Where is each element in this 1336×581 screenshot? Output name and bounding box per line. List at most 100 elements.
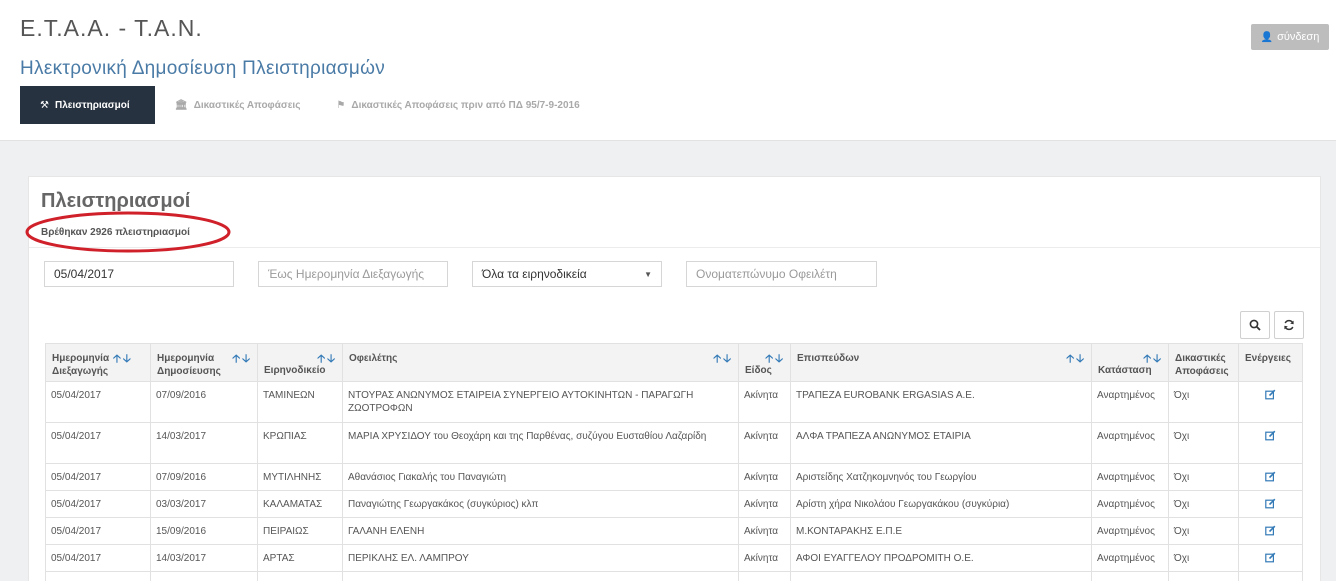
debtor-cell: ΝΤΟΥΡΑΣ ΑΝΩΝΥΜΟΣ ΕΤΑΙΡΕΙΑ ΣΥΝΕΡΓΕΙΟ ΑΥΤΟ… — [342, 381, 739, 423]
caret-down-icon: ▼ — [644, 269, 652, 279]
to-date-input[interactable] — [258, 261, 448, 287]
bank-icon: 🏛 — [175, 99, 188, 111]
publication-date-cell: 14/03/2017 — [150, 544, 258, 572]
site-header: Ε.Τ.Α.Α. - Τ.Α.Ν. Ηλεκτρονική Δημοσίευση… — [0, 0, 1336, 141]
actions-cell — [1238, 544, 1303, 572]
actions-cell — [1238, 463, 1303, 491]
debtor-name-input[interactable] — [686, 261, 877, 287]
sort-arrows-icon[interactable]: 🡡🡣 — [1143, 350, 1163, 369]
col-court[interactable]: Ειρηνοδικείο 🡡🡣 — [257, 343, 343, 382]
court-cell: ΠΕΙΡΑΙΩΣ — [257, 517, 343, 545]
sort-arrows-icon[interactable]: 🡡🡣 — [317, 350, 337, 369]
court-cell: ΑΡΤΑΣ — [257, 544, 343, 572]
table-header-row: Ημερομηνία Διεξαγωγής 🡡🡣 Ημερομηνία Δημοσί… — [45, 343, 1303, 382]
debtor-cell: Παναγιώτης Γεωργακάκος (συγκύριος) κλπ — [342, 490, 739, 518]
auction-date-cell — [45, 571, 151, 581]
auction-date-cell: 05/04/2017 — [45, 544, 151, 572]
creditor-cell: ΑΦΟΙ ΕΥΑΓΓΕΛΟΥ ΠΡΟΔΡΟΜΙΤΗ Ο.Ε. — [790, 544, 1092, 572]
col-creditor[interactable]: Επισπεύδων 🡡🡣 — [790, 343, 1092, 382]
court-select[interactable]: Όλα τα ειρηνοδικεία ▼ — [472, 261, 662, 287]
table-row[interactable] — [45, 571, 1303, 581]
auctions-panel: Πλειστηριασμοί Βρέθηκαν 2926 πλειστηριασ… — [28, 176, 1321, 581]
court-cell: ΜΥΤΙΛΗΝΗΣ — [257, 463, 343, 491]
col-label: Ενέργειες — [1245, 353, 1291, 364]
auction-date-cell: 05/04/2017 — [45, 422, 151, 464]
sort-arrows-icon[interactable]: 🡡🡣 — [232, 350, 252, 369]
edit-icon[interactable] — [1265, 525, 1276, 539]
search-icon — [1249, 319, 1261, 331]
status-cell: Αναρτημένος — [1091, 544, 1169, 572]
auction-date-cell: 05/04/2017 — [45, 381, 151, 423]
edit-icon[interactable] — [1265, 552, 1276, 566]
decisions-cell: Όχι — [1168, 517, 1239, 545]
edit-icon[interactable] — [1265, 389, 1276, 403]
to-date-field[interactable] — [268, 267, 438, 281]
status-cell: Αναρτημένος — [1091, 490, 1169, 518]
col-status[interactable]: Κατάσταση 🡡🡣 — [1091, 343, 1169, 382]
court-cell: ΚΑΛΑΜΑΤΑΣ — [257, 490, 343, 518]
table-row[interactable]: 05/04/2017 07/09/2016 ΜΥΤΙΛΗΝΗΣ Αθανάσιος Γ… — [45, 463, 1303, 491]
from-date-field[interactable] — [54, 267, 224, 281]
panel-title: Πλειστηριασμοί — [41, 190, 191, 212]
nav-label: Δικαστικές Αποφάσεις πριν από ΠΔ 95/7-9-… — [351, 99, 580, 111]
creditor-cell: Αρίστη χήρα Νικολάου Γεωργακάκου (συγκύρ… — [790, 490, 1092, 518]
nav-item-court-decisions[interactable]: 🏛 Δικαστικές Αποφάσεις — [155, 86, 316, 124]
creditor-cell: Μ.ΚΟΝΤΑΡΑΚΗΣ Ε.Π.Ε — [790, 517, 1092, 545]
auctions-table: Ημερομηνία Διεξαγωγής 🡡🡣 Ημερομηνία Δημοσί… — [45, 343, 1303, 581]
col-type[interactable]: Είδος 🡡🡣 — [738, 343, 791, 382]
decisions-cell: Όχι — [1168, 422, 1239, 464]
publication-date-cell: 03/03/2017 — [150, 490, 258, 518]
actions-cell — [1238, 517, 1303, 545]
col-label: Διεξαγωγής — [52, 366, 109, 377]
sort-arrows-icon[interactable]: 🡡🡣 — [765, 350, 785, 369]
col-publication-date[interactable]: Ημερομηνία Δημοσίευσης 🡡🡣 — [150, 343, 258, 382]
debtor-cell: ΜΑΡΙΑ ΧΡΥΣΙΔΟΥ του Θεοχάρη και της Παρθέ… — [342, 422, 739, 464]
actions-cell — [1238, 381, 1303, 423]
table-row[interactable]: 05/04/2017 07/09/2016 ΤΑΜΙΝΕΩΝ ΝΤΟΥΡΑΣ ΑΝΩΝ… — [45, 381, 1303, 423]
col-court-decisions: Δικαστικές Αποφάσεις — [1168, 343, 1239, 382]
site-brand[interactable]: Ε.Τ.Α.Α. - Τ.Α.Ν. — [20, 15, 203, 42]
publication-date-cell: 14/03/2017 — [150, 422, 258, 464]
nav-item-court-decisions-before[interactable]: ⚑ Δικαστικές Αποφάσεις πριν από ΠΔ 95/7-… — [316, 86, 595, 124]
publication-date-cell: 07/09/2016 — [150, 463, 258, 491]
login-button[interactable]: 👤 σύνδεση — [1251, 24, 1329, 50]
status-cell: Αναρτημένος — [1091, 463, 1169, 491]
creditor-cell — [790, 571, 1092, 581]
table-row[interactable]: 05/04/2017 14/03/2017 ΚΡΩΠΙΑΣ ΜΑΡΙΑ ΧΡΥΣΙΔΟ… — [45, 422, 1303, 464]
table-body: 05/04/2017 07/09/2016 ΤΑΜΙΝΕΩΝ ΝΤΟΥΡΑΣ ΑΝΩΝ… — [45, 381, 1303, 581]
col-label: Ημερομηνία — [157, 353, 215, 364]
publication-date-cell — [150, 571, 258, 581]
status-cell — [1091, 571, 1169, 581]
edit-icon[interactable] — [1265, 498, 1276, 512]
nav-label: Πλειστηριασμοί — [54, 99, 130, 111]
from-date-input[interactable] — [44, 261, 234, 287]
col-label: Αποφάσεις — [1175, 366, 1229, 377]
type-cell: Ακίνητα — [738, 490, 791, 518]
edit-icon[interactable] — [1265, 471, 1276, 485]
site-subtitle: Ηλεκτρονική Δημοσίευση Πλειστηριασμών — [20, 58, 386, 79]
refresh-icon — [1284, 319, 1294, 331]
results-count: Βρέθηκαν 2926 πλειστηριασμοί — [41, 227, 190, 238]
edit-icon[interactable] — [1265, 430, 1276, 444]
login-label: σύνδεση — [1277, 31, 1320, 43]
publication-date-cell: 15/09/2016 — [150, 517, 258, 545]
col-auction-date[interactable]: Ημερομηνία Διεξαγωγής 🡡🡣 — [45, 343, 151, 382]
auction-date-cell: 05/04/2017 — [45, 490, 151, 518]
sort-arrows-icon[interactable]: 🡡🡣 — [1066, 350, 1086, 369]
refresh-button[interactable] — [1274, 311, 1304, 339]
auction-date-cell: 05/04/2017 — [45, 463, 151, 491]
table-row[interactable]: 05/04/2017 15/09/2016 ΠΕΙΡΑΙΩΣ ΓΑΛΑΝΗ ΕΛΕΝΗ… — [45, 517, 1303, 545]
table-row[interactable]: 05/04/2017 03/03/2017 ΚΑΛΑΜΑΤΑΣ Παναγιώτης … — [45, 490, 1303, 518]
col-debtor[interactable]: Οφειλέτης 🡡🡣 — [342, 343, 739, 382]
col-label: Επισπεύδων — [797, 353, 860, 364]
sort-arrows-icon[interactable]: 🡡🡣 — [113, 350, 133, 369]
actions-cell — [1238, 571, 1303, 581]
nav-item-auctions[interactable]: ⚒ Πλειστηριασμοί — [20, 86, 155, 124]
sort-arrows-icon[interactable]: 🡡🡣 — [713, 350, 733, 369]
search-button[interactable] — [1240, 311, 1270, 339]
actions-cell — [1238, 490, 1303, 518]
table-row[interactable]: 05/04/2017 14/03/2017 ΑΡΤΑΣ ΠΕΡΙΚΛΗΣ ΕΛ. ΛΑ… — [45, 544, 1303, 572]
col-label: Δικαστικές — [1175, 353, 1226, 364]
debtor-name-field[interactable] — [696, 267, 867, 281]
actions-cell — [1238, 422, 1303, 464]
